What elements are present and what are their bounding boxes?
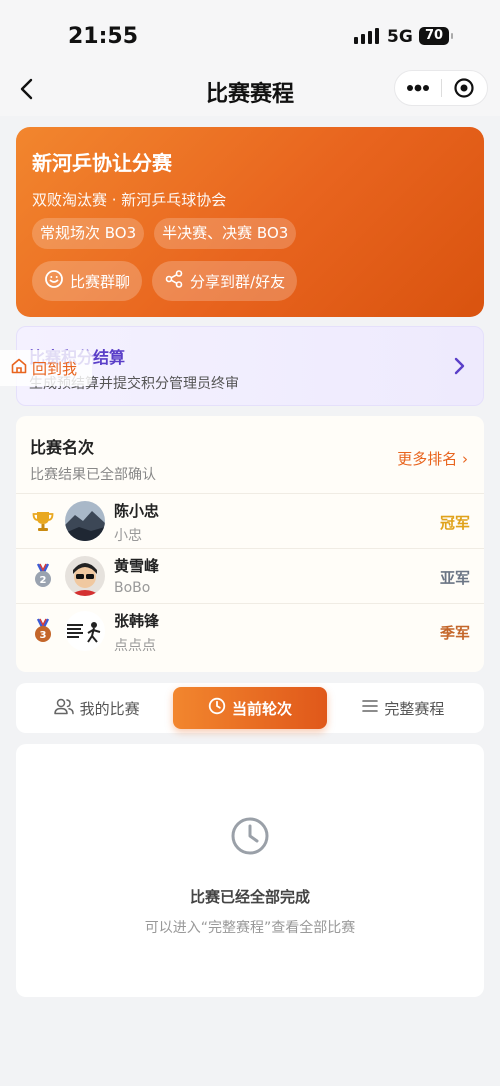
share-button[interactable]: 分享到群/好友 [152, 261, 298, 301]
match-subtitle: 双败淘汰赛 · 新河乒乓球协会 [32, 191, 227, 209]
more-icon[interactable] [395, 71, 441, 105]
bronze-medal-icon: 3 [30, 618, 56, 644]
player-nickname: 点点点 [114, 638, 156, 654]
status-bar: 21:55 5G 70 [0, 0, 500, 70]
ranking-row[interactable]: 陈小忠 小忠 冠军 [16, 493, 484, 548]
group-chat-label: 比赛群聊 [70, 272, 131, 291]
list-icon [362, 699, 379, 717]
match-tags: 常规场次 BO3 半决赛、决赛 BO3 [32, 218, 297, 249]
tab-label: 我的比赛 [79, 699, 140, 718]
tab-label: 完整赛程 [384, 699, 445, 718]
tab-full-schedule[interactable]: 完整赛程 [327, 687, 480, 729]
status-time: 21:55 [68, 24, 139, 49]
back-to-me-button[interactable]: 回到我 [0, 350, 92, 386]
trophy-icon [30, 508, 56, 534]
empty-title: 比赛已经全部完成 [189, 888, 310, 906]
tab-current-round[interactable]: 当前轮次 [173, 687, 327, 729]
signal-icon [354, 28, 379, 44]
match-hero-card: 新河乒协让分赛 双败淘汰赛 · 新河乒乓球协会 常规场次 BO3 半决赛、决赛 … [16, 127, 484, 317]
player-nickname: BoBo [114, 580, 151, 596]
tag-regular: 常规场次 BO3 [32, 218, 145, 249]
tab-my-matches[interactable]: 我的比赛 [20, 687, 173, 729]
player-name: 张韩锋 [114, 612, 160, 630]
chat-icon [44, 269, 64, 293]
ranking-subtitle: 比赛结果已全部确认 [30, 467, 156, 483]
tag-semifinal: 半决赛、决赛 BO3 [154, 218, 297, 249]
svg-text:3: 3 [40, 630, 47, 641]
player-nickname: 小忠 [114, 528, 142, 544]
schedule-tabs: 我的比赛 当前轮次 完整赛程 [16, 683, 484, 733]
home-icon [10, 357, 28, 379]
avatar [65, 556, 105, 596]
empty-desc: 可以进入“完整赛程”查看全部比赛 [144, 920, 356, 936]
silver-medal-icon: 2 [30, 563, 56, 589]
share-icon [164, 269, 184, 293]
ranking-card: 比赛名次 比赛结果已全部确认 更多排名 › 陈小忠 小忠 冠军 2 黄雪峰 Bo… [16, 416, 484, 672]
users-icon [53, 697, 74, 719]
place-label: 季军 [439, 624, 470, 642]
tab-label: 当前轮次 [231, 699, 292, 718]
avatar [65, 611, 105, 651]
ranking-row[interactable]: 3 张韩锋 点点点 季军 [16, 603, 484, 658]
share-label: 分享到群/好友 [190, 272, 286, 291]
ranking-title: 比赛名次 [30, 438, 95, 457]
more-ranking-link[interactable]: 更多排名 › [397, 448, 468, 469]
place-label: 冠军 [439, 514, 470, 532]
chevron-right-icon [453, 356, 467, 380]
network-label: 5G [387, 27, 413, 47]
mini-program-capsule [394, 70, 488, 106]
player-name: 陈小忠 [114, 502, 160, 520]
clock-icon [208, 697, 226, 719]
group-chat-button[interactable]: 比赛群聊 [32, 261, 143, 301]
place-label: 亚军 [439, 569, 470, 587]
ranking-row[interactable]: 2 黄雪峰 BoBo 亚军 [16, 548, 484, 603]
back-to-me-label: 回到我 [32, 359, 78, 378]
battery-icon: 70 [419, 27, 453, 45]
target-icon[interactable] [442, 71, 488, 105]
current-round-panel: 比赛已经全部完成 可以进入“完整赛程”查看全部比赛 [16, 744, 484, 997]
nav-bar: 比赛赛程 [0, 62, 500, 116]
match-title: 新河乒协让分赛 [32, 151, 172, 175]
clock-icon [230, 816, 270, 860]
player-name: 黄雪峰 [114, 557, 160, 575]
hero-actions: 比赛群聊 分享到群/好友 [32, 261, 298, 301]
svg-text:2: 2 [40, 575, 47, 586]
avatar [65, 501, 105, 541]
